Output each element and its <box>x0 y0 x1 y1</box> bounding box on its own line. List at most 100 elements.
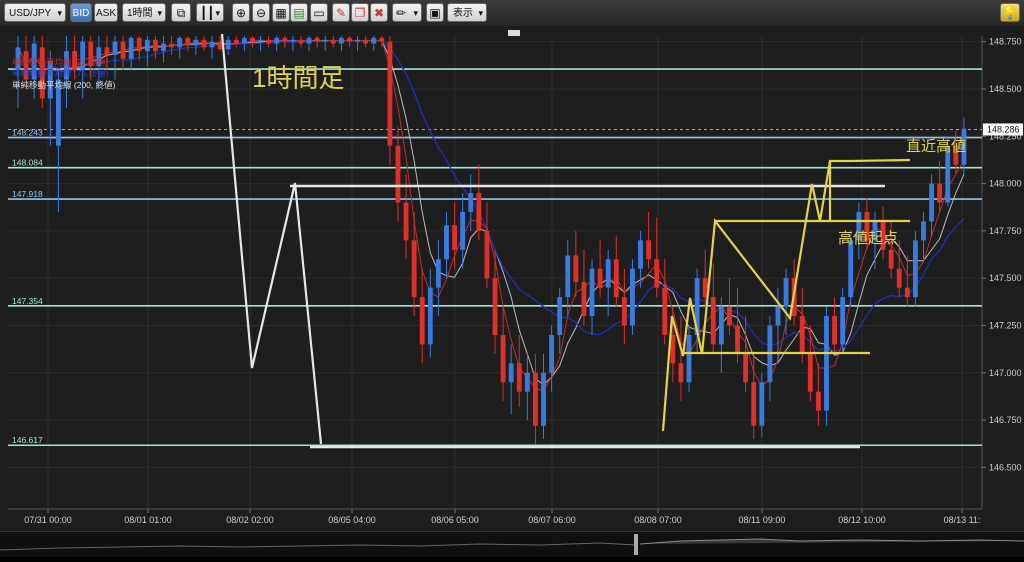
candle-body-39 <box>330 39 336 44</box>
candle-body-73 <box>605 259 611 288</box>
candle-body-15 <box>136 37 142 52</box>
y-tick-label-1: 148.500 <box>989 84 1022 94</box>
candle-body-80 <box>662 287 668 335</box>
candle-body-102 <box>840 297 846 345</box>
y-tick-label-5: 147.500 <box>989 273 1022 283</box>
candle-body-29 <box>250 37 255 42</box>
y-tick-label-9: 146.500 <box>989 462 1022 472</box>
chart-area[interactable]: 148.750 148.500 148.250 148.000 147.750 147.5… <box>0 26 1024 531</box>
y-tick-label-0: 148.750 <box>989 37 1022 47</box>
level-label-2: 148.084 <box>12 158 43 168</box>
scroll-marker <box>508 30 520 36</box>
candle-body-33 <box>282 37 288 42</box>
display-menu[interactable]: 表示 <box>447 3 487 23</box>
bid-button[interactable]: BID <box>70 3 92 22</box>
candle-body-98 <box>807 353 813 392</box>
annotation-high-start: 高値起点 <box>838 230 898 247</box>
candle-body-95 <box>783 278 789 307</box>
timeframe-select[interactable]: 1時間 <box>122 3 166 23</box>
candle-body-66 <box>549 334 555 373</box>
candle-body-62 <box>516 363 522 392</box>
copy-drawing-icon[interactable]: ❐ <box>351 3 369 22</box>
candle-body-100 <box>824 316 829 411</box>
candle-body-83 <box>686 334 692 383</box>
candle-body-49 <box>411 240 417 298</box>
candle-body-76 <box>630 268 635 326</box>
x-tick-label-6: 08/08 07:00 <box>634 515 682 525</box>
window-icon[interactable]: ⧉ <box>171 3 191 22</box>
candle-body-43 <box>363 39 369 44</box>
y-tick-label-4: 147.750 <box>989 226 1022 236</box>
candle-body-91 <box>751 382 757 426</box>
symbol-select[interactable]: USD/JPY <box>4 3 66 23</box>
navigator-bar[interactable] <box>0 531 1024 557</box>
grid-icon[interactable]: ▦ <box>272 3 290 22</box>
candle-body-22 <box>193 39 199 46</box>
candle-body-30 <box>258 39 263 42</box>
candle-type-icon[interactable]: ┃┃ <box>196 3 224 23</box>
candle-body-94 <box>775 306 781 326</box>
candle-body-63 <box>524 372 530 392</box>
candle-body-40 <box>338 37 344 44</box>
candle-body-56 <box>468 193 474 212</box>
candle-body-28 <box>241 37 247 44</box>
annotation-timeframe: 1時間足 <box>252 63 344 93</box>
legend-ma-mid: 単純移動平均線 (75,終値) <box>12 68 109 78</box>
candle-body-99 <box>815 391 821 411</box>
x-tick-label-9: 08/13 11: <box>944 515 981 525</box>
candle-body-41 <box>347 37 352 42</box>
pen-icon[interactable]: ✏ <box>392 3 422 23</box>
candle-body-69 <box>573 255 579 282</box>
candle-body-71 <box>589 268 595 317</box>
candle-body-97 <box>799 316 805 354</box>
candle-body-21 <box>185 37 191 46</box>
candle-body-35 <box>298 39 304 44</box>
annotation-recent-high: 直近高値 <box>906 138 966 155</box>
candle-body-54 <box>452 225 458 250</box>
ask-button[interactable]: ASK <box>94 3 118 22</box>
candle-body-59 <box>492 278 498 335</box>
candle-body-70 <box>581 281 587 317</box>
candle-body-24 <box>209 41 215 48</box>
candle-body-64 <box>532 372 538 426</box>
candle-body-87 <box>718 306 724 345</box>
candle-body-57 <box>476 193 482 231</box>
candle-body-113 <box>929 183 935 222</box>
candle-body-31 <box>266 39 272 44</box>
candle-body-12 <box>112 41 118 55</box>
candle-body-53 <box>444 225 449 260</box>
lightbulb-icon[interactable]: 💡 <box>1000 3 1020 22</box>
add-drawing-icon[interactable]: ✎ <box>332 3 350 22</box>
candle-body-77 <box>638 240 643 269</box>
zoom-in-icon[interactable]: ⊕ <box>232 3 250 22</box>
green-tool-icon[interactable]: ▤ <box>290 3 308 22</box>
zoom-out-icon[interactable]: ⊖ <box>252 3 270 22</box>
navigator-handle[interactable] <box>634 534 638 555</box>
candle-body-88 <box>727 306 732 326</box>
candle-body-90 <box>743 353 749 383</box>
candle-body-51 <box>427 287 433 345</box>
x-tick-label-0: 07/31 00:00 <box>24 515 72 525</box>
panel-icon[interactable]: ▭ <box>310 3 328 22</box>
candle-body-34 <box>290 39 296 42</box>
y-tick-label-6: 147.250 <box>989 320 1022 330</box>
delete-drawing-icon[interactable]: ✖ <box>370 3 388 22</box>
candle-body-17 <box>153 39 158 52</box>
candle-body-68 <box>565 255 571 298</box>
candle-body-110 <box>904 287 910 298</box>
candle-body-20 <box>177 37 183 48</box>
candle-body-37 <box>314 37 320 42</box>
candle-body-82 <box>678 363 684 383</box>
candle-body-109 <box>896 268 902 288</box>
legend-ma-long: 単純移動平均線 (200, 終値) <box>12 80 116 90</box>
x-tick-label-8: 08/12 10:00 <box>838 515 886 525</box>
toolbar: USD/JPY BID ASK 1時間 ⧉ ┃┃ ⊕ ⊖ ▦ ▤ ▭ ✎ ❐ ✖… <box>0 0 1024 27</box>
current-price-label: 148.286 <box>987 124 1020 134</box>
y-tick-label-8: 146.750 <box>989 415 1022 425</box>
candle-body-61 <box>508 363 514 383</box>
screenshot-icon[interactable]: ▣ <box>426 3 444 22</box>
candle-body-103 <box>848 240 854 298</box>
x-tick-label-3: 08/05 04:00 <box>328 515 376 525</box>
candle-body-50 <box>419 297 425 345</box>
candle-body-11 <box>104 47 110 55</box>
